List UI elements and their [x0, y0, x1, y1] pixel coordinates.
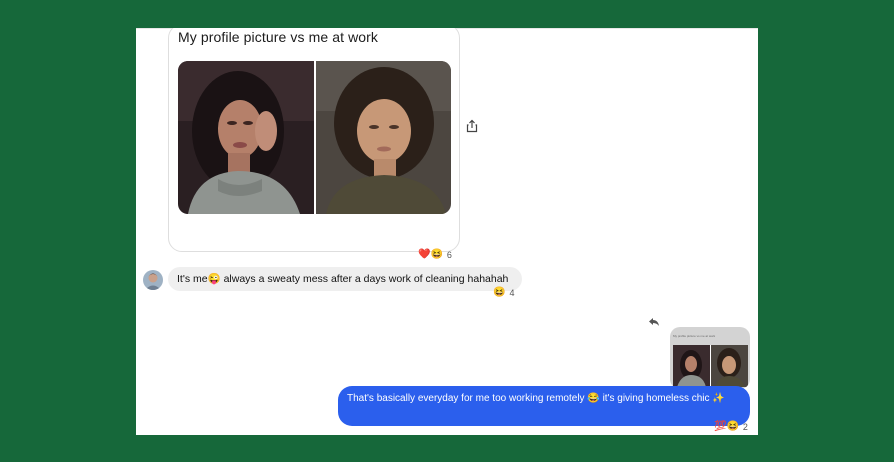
meme-image-graphic: [178, 61, 451, 214]
preview-image-graphic: [673, 345, 748, 387]
avatar-graphic: [143, 270, 163, 290]
preview-image: [673, 345, 748, 387]
reaction-emojis: 💯😆: [714, 421, 739, 432]
reaction-emojis: 😆: [493, 287, 506, 298]
incoming-message-reactions[interactable]: 😆 4: [493, 287, 515, 299]
reaction-count: 4: [509, 288, 515, 298]
reply-icon[interactable]: [648, 314, 660, 326]
outgoing-message-reactions[interactable]: 💯😆 2: [714, 421, 748, 433]
shared-post-preview[interactable]: My profile picture vs me at work: [670, 327, 750, 389]
share-icon-graphic: [466, 119, 478, 133]
reaction-emojis: ❤️😆: [418, 249, 443, 260]
meme-image[interactable]: [178, 61, 451, 214]
chat-thread: My profile picture vs me at work ❤️😆 6 I…: [136, 28, 758, 435]
reply-icon-graphic: [649, 318, 659, 326]
post-title: My profile picture vs me at work: [178, 29, 379, 45]
preview-title: My profile picture vs me at work: [673, 334, 716, 338]
reaction-count: 6: [446, 250, 452, 260]
outgoing-message[interactable]: That's basically everyday for me too wor…: [338, 386, 750, 426]
reaction-count: 2: [742, 422, 748, 432]
incoming-message[interactable]: It's me😜 always a sweaty mess after a da…: [168, 267, 522, 291]
shared-post-card[interactable]: My profile picture vs me at work: [168, 28, 460, 252]
avatar[interactable]: [143, 270, 163, 290]
post-reactions[interactable]: ❤️😆 6: [418, 249, 452, 261]
share-icon[interactable]: [465, 119, 479, 133]
